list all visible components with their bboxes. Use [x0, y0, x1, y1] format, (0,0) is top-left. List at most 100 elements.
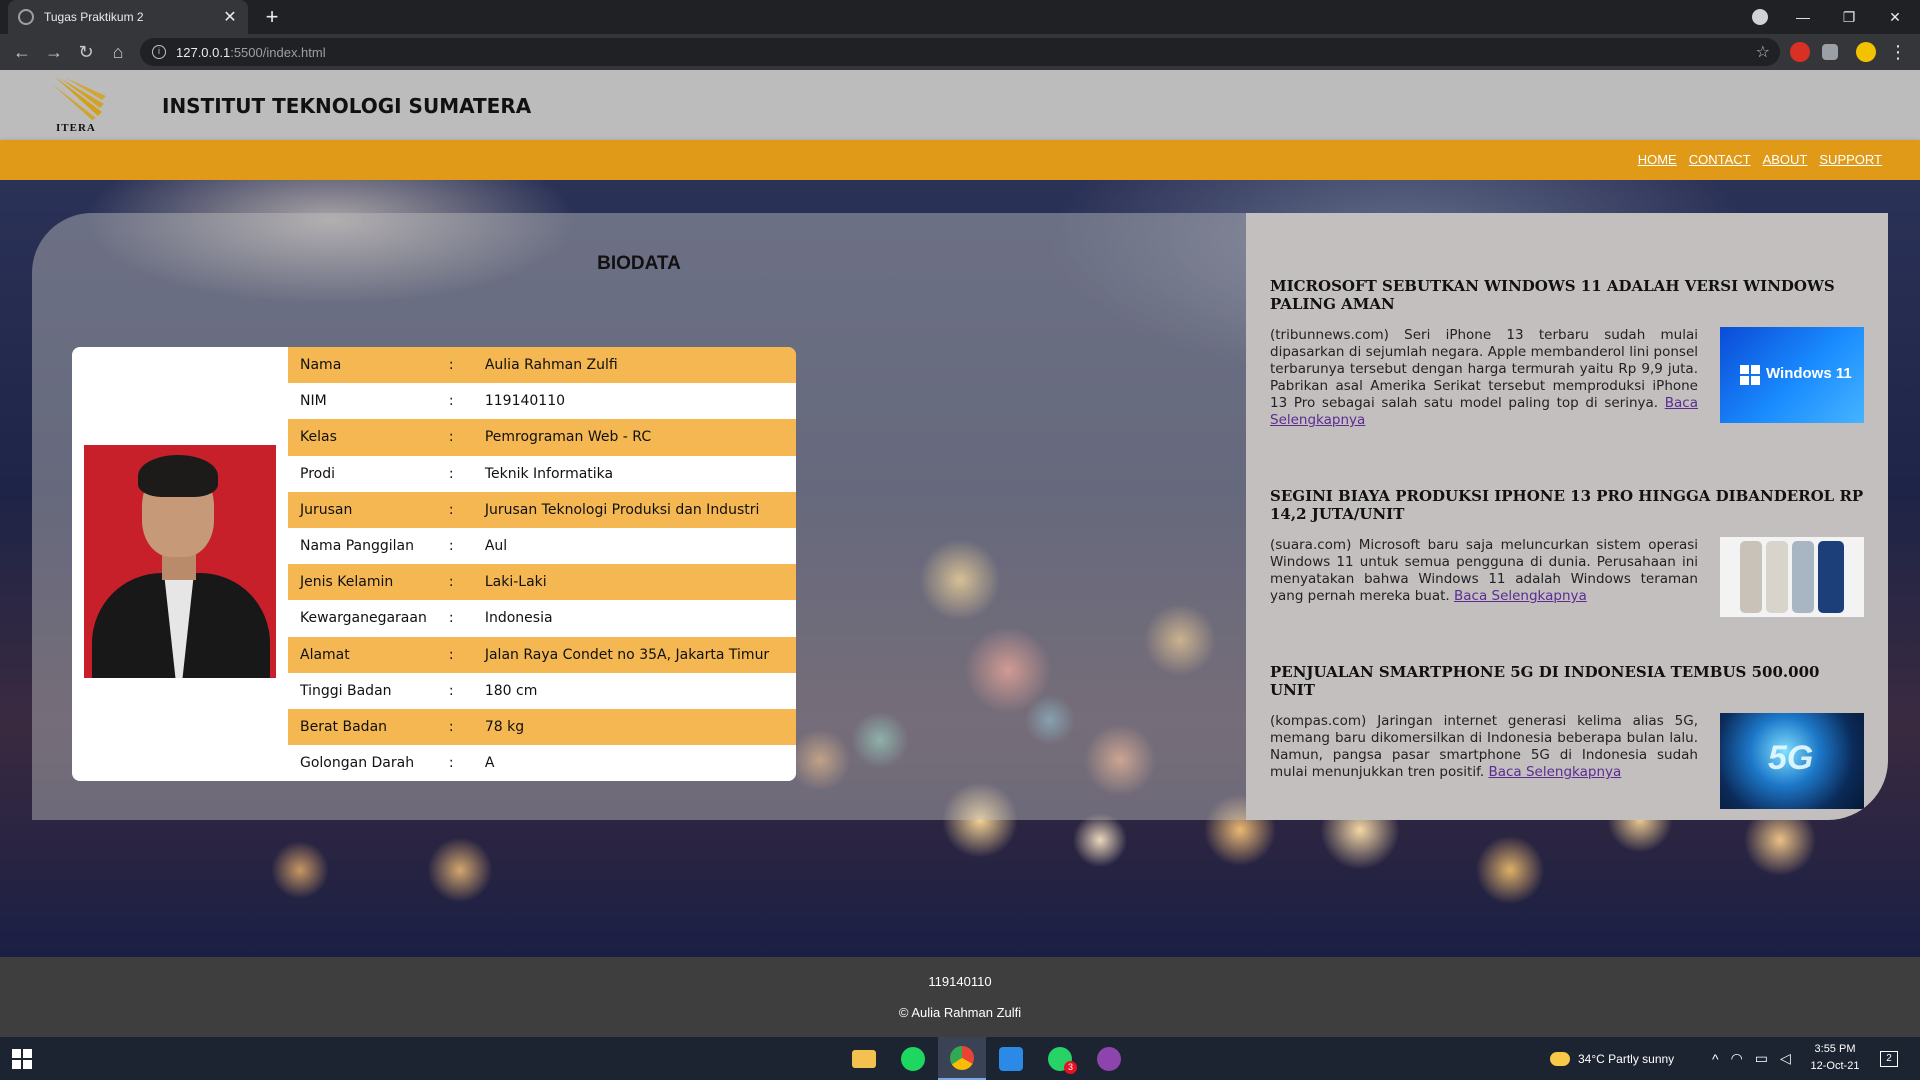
biodata-value: 119140110: [484, 393, 566, 410]
biodata-row: Prodi: Teknik Informatika: [288, 455, 796, 492]
info-icon[interactable]: i: [152, 45, 166, 59]
news-section: MICROSOFT SEBUTKAN WINDOWS 11 ADALAH VER…: [1246, 213, 1888, 820]
biodata-separator: :: [448, 718, 454, 735]
tab-close-icon[interactable]: ✕: [222, 7, 238, 27]
biodata-row: Alamat: Jalan Raya Condet no 35A, Jakarta…: [288, 636, 796, 673]
biodata-section: BIODATA Nama: Aulia Rahman Zulfi NIM: 11914…: [32, 213, 1246, 820]
iphone-image: [1720, 537, 1864, 617]
biodata-value: Jurusan Teknologi Produksi dan Industri: [484, 501, 760, 518]
biodata-value: 180 cm: [484, 682, 538, 699]
biodata-value: Pemrograman Web - RC: [484, 429, 652, 446]
chrome-icon[interactable]: [938, 1037, 986, 1080]
footer-copyright: © Aulia Rahman Zulfi: [898, 1005, 1022, 1020]
url-host: 127.0.0.1: [176, 44, 231, 60]
biodata-separator: :: [448, 755, 454, 772]
site-title: INSTITUT TEKNOLOGI SUMATERA: [162, 94, 532, 118]
nav-home-link[interactable]: HOME: [1638, 152, 1677, 167]
footer: 119140110 © Aulia Rahman Zulfi: [0, 957, 1920, 1037]
biodata-separator: :: [448, 429, 454, 446]
vscode-icon[interactable]: [987, 1037, 1035, 1080]
whatsapp-badge: 3: [1064, 1061, 1077, 1074]
5g-image: 5G: [1720, 713, 1864, 809]
back-button[interactable]: ←: [10, 40, 34, 64]
home-button[interactable]: ⌂: [106, 40, 130, 64]
restore-button[interactable]: ❐: [1826, 0, 1872, 34]
biodata-separator: :: [448, 682, 454, 699]
news-item: SEGINI BIAYA PRODUKSI IPHONE 13 PRO HING…: [1270, 487, 1864, 617]
biodata-table: Nama: Aulia Rahman Zulfi NIM: 119140110 Kela…: [288, 347, 796, 781]
network-icon[interactable]: ◠: [1731, 1050, 1743, 1067]
news-item: PENJUALAN SMARTPHONE 5G DI INDONESIA TEM…: [1270, 663, 1864, 809]
news-text: (tribunnews.com) Seri iPhone 13 terbaru …: [1270, 327, 1698, 428]
browser-menu-icon[interactable]: ⋮: [1886, 40, 1910, 64]
biodata-separator: :: [448, 357, 454, 374]
windows-11-image: Windows 11: [1720, 327, 1864, 423]
windows-taskbar: 3 34°C Partly sunny ^ ◠ ▭ ◁ 3:55 PM 12-O…: [0, 1037, 1920, 1080]
globe-icon: [18, 9, 34, 25]
volume-icon[interactable]: ◁: [1780, 1050, 1791, 1067]
tab-title: Tugas Praktikum 2: [44, 10, 144, 24]
biodata-separator: :: [448, 393, 454, 410]
biodata-label: Alamat: [300, 646, 350, 663]
biodata-row: Berat Badan: 78 kg: [288, 708, 796, 746]
spotify-icon[interactable]: [889, 1037, 937, 1080]
nav-contact-link[interactable]: CONTACT: [1689, 152, 1751, 167]
tab-search-icon[interactable]: [1752, 9, 1768, 25]
taskbar-clock[interactable]: 3:55 PM 12-Oct-21: [1800, 1041, 1870, 1075]
biodata-separator: :: [448, 538, 454, 555]
biodata-label: Nama: [300, 357, 342, 374]
biodata-title: BIODATA: [597, 253, 681, 274]
biodata-label: Tinggi Badan: [300, 682, 392, 699]
url-path: :5500/index.html: [230, 44, 326, 60]
read-more-link[interactable]: Baca Selengkapnya: [1488, 764, 1621, 780]
browser-tab[interactable]: Tugas Praktikum 2 ✕: [8, 0, 248, 34]
address-bar[interactable]: i 127.0.0.1 :5500/index.html ☆: [140, 38, 1780, 66]
web-page: ITERA INSTITUT TEKNOLOGI SUMATERA HOME C…: [0, 70, 1920, 1037]
new-tab-button[interactable]: +: [260, 5, 284, 29]
bookmark-star-icon[interactable]: ☆: [1756, 42, 1770, 62]
biodata-row: Nama: Aulia Rahman Zulfi: [288, 347, 796, 384]
biodata-row: Tinggi Badan: 180 cm: [288, 672, 796, 709]
biodata-value: Teknik Informatika: [484, 465, 614, 482]
weather-widget[interactable]: 34°C Partly sunny: [1550, 1037, 1674, 1080]
file-explorer-icon[interactable]: [840, 1037, 888, 1080]
whatsapp-icon[interactable]: 3: [1036, 1037, 1084, 1080]
news-title: MICROSOFT SEBUTKAN WINDOWS 11 ADALAH VER…: [1270, 277, 1835, 313]
biodata-value: Aulia Rahman Zulfi: [484, 357, 618, 374]
biodata-row: Kewarganegaraan: Indonesia: [288, 600, 796, 637]
profile-avatar-icon[interactable]: [1856, 42, 1876, 62]
biodata-label: Golongan Darah: [300, 755, 415, 772]
notification-icon[interactable]: 2: [1880, 1037, 1898, 1080]
biodata-separator: :: [448, 646, 454, 663]
nav-about-link[interactable]: ABOUT: [1763, 152, 1808, 167]
biodata-label: Berat Badan: [300, 718, 388, 735]
profile-photo: [84, 445, 276, 678]
news-text: (suara.com) Microsoft baru saja meluncur…: [1270, 537, 1698, 604]
github-icon[interactable]: [1085, 1037, 1133, 1080]
biodata-label: Jurusan: [300, 501, 353, 518]
biodata-row: Kelas: Pemrograman Web - RC: [288, 419, 796, 456]
minimize-button[interactable]: —: [1780, 0, 1826, 34]
chevron-up-icon[interactable]: ^: [1712, 1051, 1719, 1067]
windows-start-icon[interactable]: [12, 1049, 32, 1069]
forward-button[interactable]: →: [42, 40, 66, 64]
nav-support-link[interactable]: SUPPORT: [1819, 152, 1882, 167]
reload-button[interactable]: ↻: [74, 40, 98, 64]
extension-shield-icon[interactable]: [1790, 42, 1810, 62]
biodata-row: Golongan Darah: A: [288, 745, 796, 781]
biodata-separator: :: [448, 465, 454, 482]
close-window-button[interactable]: ✕: [1872, 0, 1918, 34]
browser-tab-bar: Tugas Praktikum 2 ✕ + — ❐ ✕: [0, 0, 1920, 34]
weather-sun-icon: [1550, 1051, 1570, 1066]
read-more-link[interactable]: Baca Selengkapnya: [1454, 588, 1587, 604]
extensions-puzzle-icon[interactable]: [1822, 44, 1838, 60]
biodata-separator: :: [448, 501, 454, 518]
biodata-value: Indonesia: [484, 610, 553, 627]
biodata-row: Jenis Kelamin: Laki-Laki: [288, 564, 796, 601]
biodata-separator: :: [448, 574, 454, 591]
battery-icon[interactable]: ▭: [1755, 1050, 1768, 1067]
weather-text: 34°C Partly sunny: [1578, 1051, 1675, 1066]
biodata-value: Aul: [484, 538, 508, 555]
news-title: SEGINI BIAYA PRODUKSI IPHONE 13 PRO HING…: [1270, 487, 1864, 523]
system-tray: ^ ◠ ▭ ◁: [1712, 1037, 1791, 1080]
